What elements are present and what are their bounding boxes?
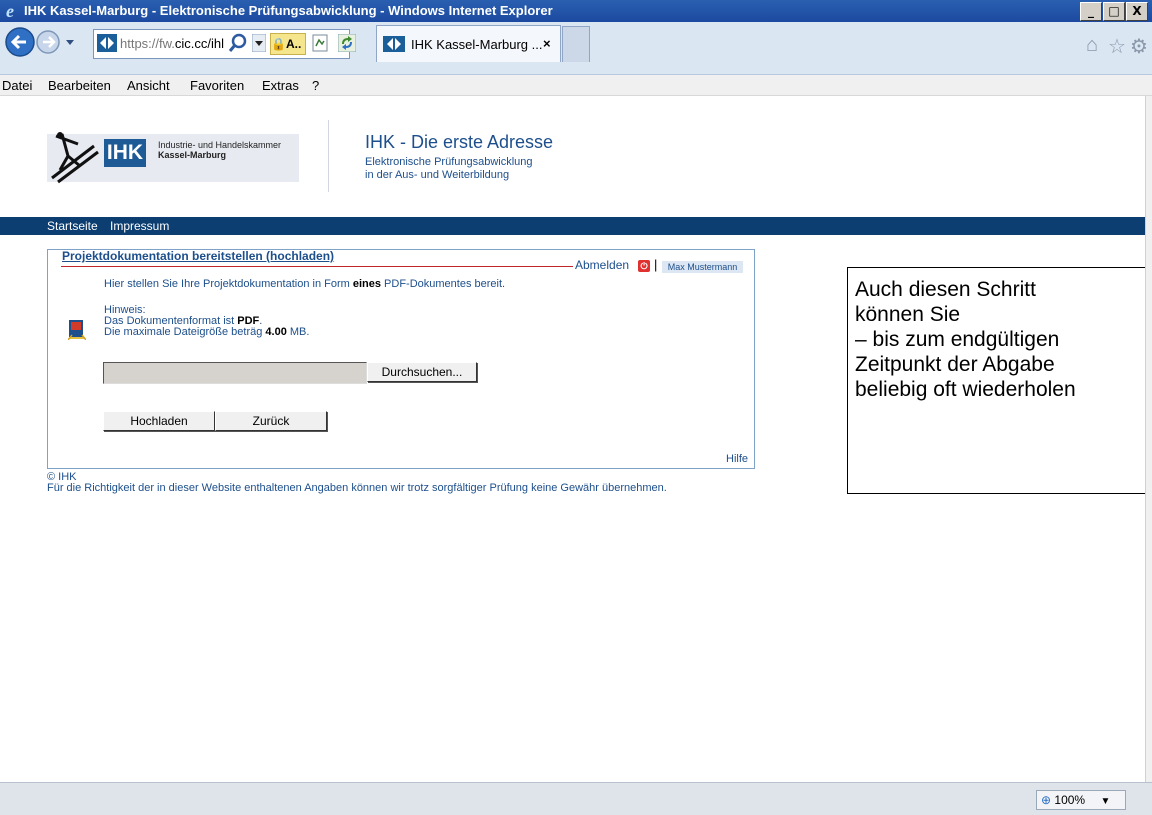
back-button[interactable]: Zurück [215,411,327,431]
nav-startseite-link[interactable]: Startseite [47,219,98,233]
lock-icon: 🔒 [271,37,286,51]
favorites-star-icon[interactable]: ☆ [1108,34,1126,59]
intro-text: Hier stellen Sie Ihre Projektdokumentati… [104,278,506,290]
help-link[interactable]: Hilfe [726,453,748,465]
menu-bearbeiten[interactable]: Bearbeiten [48,78,111,93]
home-icon[interactable]: ⌂ [1086,34,1098,57]
pdf-book-icon [68,320,86,340]
ihk-logo-text: IHK [104,139,146,167]
title-bar: e IHK Kassel-Marburg - Elektronische Prü… [0,0,1152,22]
nav-impressum-link[interactable]: Impressum [110,219,169,233]
annotation-callout: Auch diesen Schritt können Sie – bis zum… [847,267,1152,494]
upload-button[interactable]: Hochladen [103,411,215,431]
zoom-icon: ⊕ [1041,793,1052,807]
url-text[interactable]: https://fw.cic.cc/ihl [120,36,224,51]
ihk-skier-logo-icon [51,132,99,184]
note-line: beliebig oft wiederholen [855,378,1076,401]
maximize-button[interactable]: □ [1103,2,1125,21]
menu-extras[interactable]: Extras [262,78,299,93]
header-divider [328,120,329,192]
browse-button[interactable]: Durchsuchen... [367,362,477,382]
status-bar [0,782,1152,815]
browser-toolbar: https://fw.cic.cc/ihl 🔒A.. IHK Kassel-Ma… [0,22,1152,75]
ie-logo-icon: e [6,1,14,19]
minimize-button[interactable]: _ [1080,2,1102,21]
zoom-level: 100% [1054,793,1086,807]
tab-label: IHK Kassel-Marburg ... [411,37,543,52]
close-button[interactable]: X [1126,2,1148,21]
vertical-scrollbar[interactable] [1145,96,1152,782]
org-name: Industrie- und Handelskammer Kassel-Marb… [158,140,282,160]
menu-ansicht[interactable]: Ansicht [127,78,170,93]
browser-tab[interactable]: IHK Kassel-Marburg ... × [376,25,561,62]
site-favicon-icon [97,34,117,52]
site-nav-bar: Startseite Impressum [0,217,1145,235]
new-tab-button[interactable] [562,26,590,62]
tools-gear-icon[interactable]: ⚙ [1130,34,1148,59]
note-line: – bis zum endgültigen [855,328,1060,351]
menu-datei[interactable]: Datei [2,78,32,93]
security-lock-badge[interactable]: 🔒A.. [270,33,306,55]
logout-power-icon[interactable]: ⏻ [638,260,650,272]
page-header-title: IHK - Die erste Adresse [365,132,554,152]
file-path-input[interactable] [103,362,367,384]
page-content: IHK Industrie- und Handelskammer Kassel-… [0,96,1152,782]
refresh-icon[interactable] [338,34,356,52]
note-line: Auch diesen Schritt [855,278,1036,301]
logout-link[interactable]: Abmelden [575,258,629,272]
note-line: Zeitpunkt der Abgabe [855,353,1055,376]
zoom-control[interactable]: ⊕ 100% ▼ [1036,790,1126,810]
menu-bar: Datei Bearbeiten Ansicht Favoriten Extra… [0,75,1152,96]
svg-text:e: e [6,1,14,19]
page-header-subtitle: Elektronische Prüfungsabwicklung in der … [365,156,533,181]
compatibility-view-icon[interactable] [312,34,328,52]
address-dropdown-icon[interactable] [252,34,266,52]
separator: | [654,257,658,272]
note-line: können Sie [855,303,961,326]
title-divider [61,266,573,267]
panel-title: Projektdokumentation bereitstellen (hoch… [62,249,335,263]
menu-favoriten[interactable]: Favoriten [190,78,244,93]
address-bar[interactable]: https://fw.cic.cc/ihl 🔒A.. [93,29,356,59]
tab-favicon-icon [383,36,405,52]
tab-close-icon[interactable]: × [543,36,551,51]
menu-help[interactable]: ? [312,78,319,93]
back-forward-icon[interactable] [4,26,84,60]
zoom-dropdown-icon[interactable]: ▼ [1100,796,1110,807]
search-icon[interactable] [228,33,248,53]
footer: © IHK Für die Richtigkeit der in dieser … [47,471,667,494]
window-title: IHK Kassel-Marburg - Elektronische Prüfu… [24,3,553,18]
hint-block: Hinweis: Das Dokumentenformat ist PDF. D… [104,304,310,338]
user-name-badge: Max Mustermann [662,261,743,273]
